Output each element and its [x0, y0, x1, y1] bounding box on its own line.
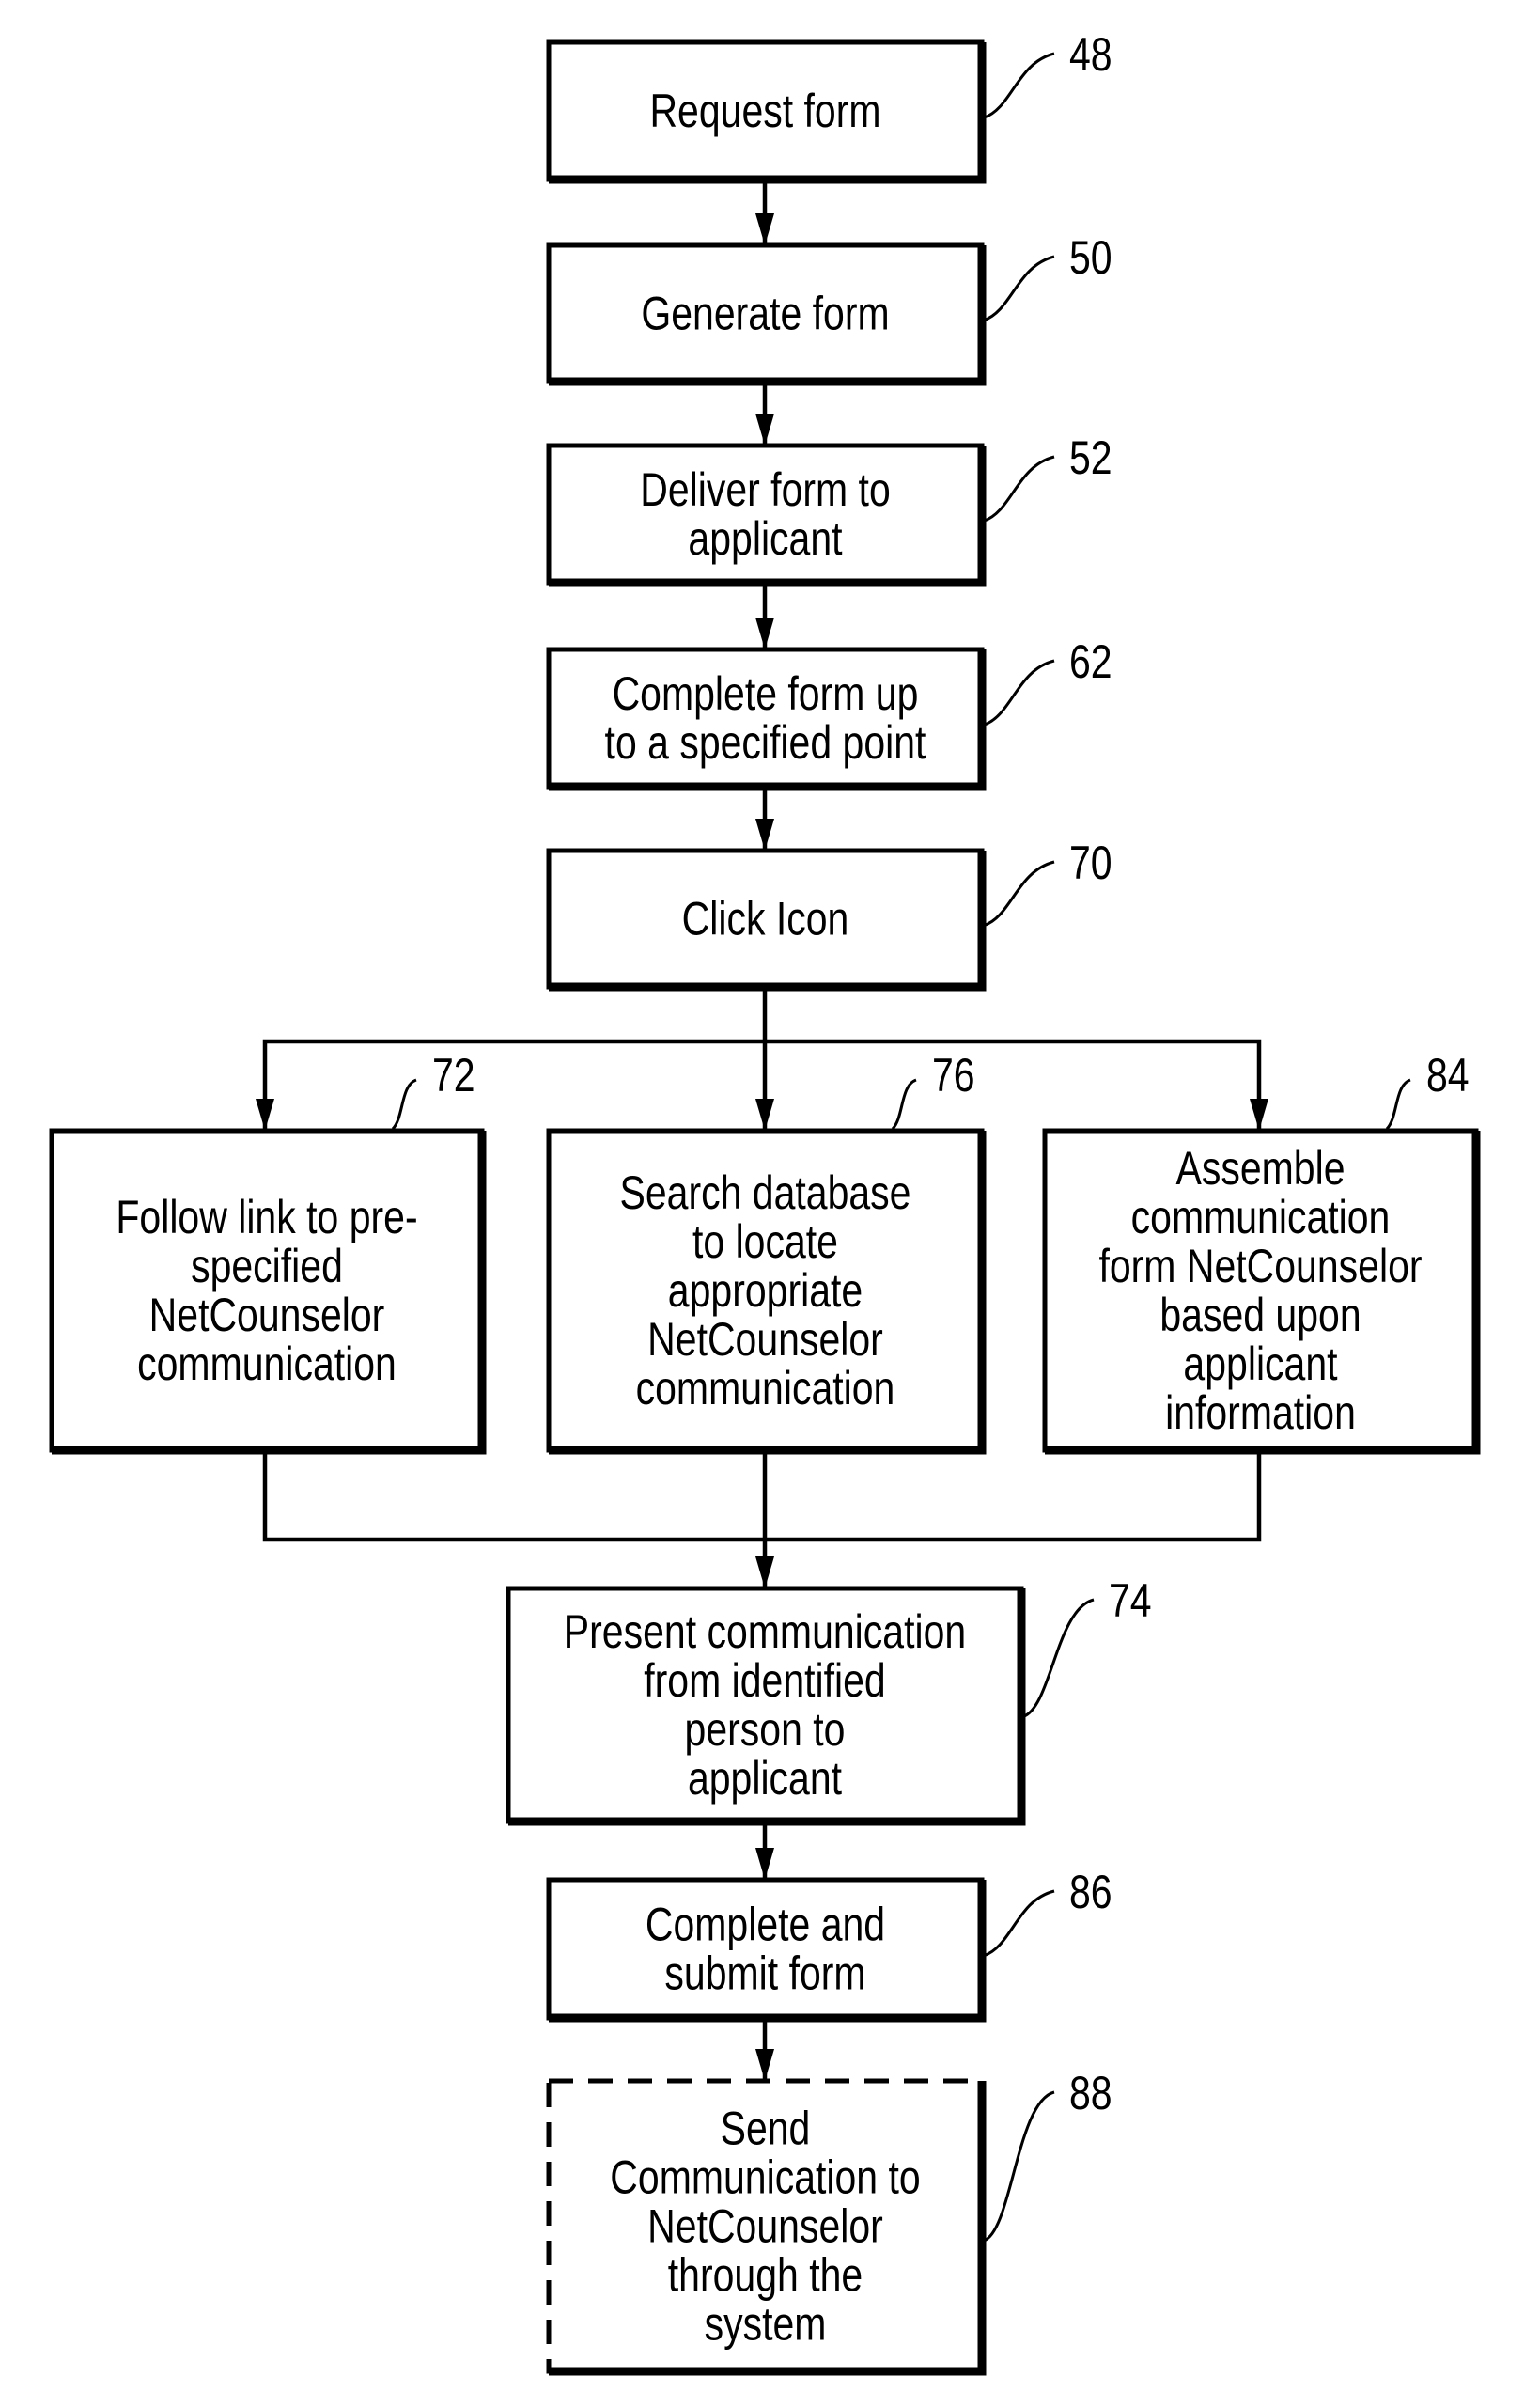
step-text-line: Communication to [610, 2151, 920, 2204]
arrow-70-84 [1250, 1099, 1268, 1131]
step-text-line: Present communication [564, 1605, 966, 1658]
ref-76: 76 [891, 1049, 975, 1131]
leader-line [983, 255, 1055, 322]
ref-88: 88 [983, 2067, 1112, 2243]
step-72: Follow link to pre-specifiedNetCounselor… [49, 1128, 487, 1455]
step-text-line: applicant [1183, 1337, 1337, 1390]
step-text-line: Search database [620, 1166, 911, 1219]
ref-70: 70 [983, 837, 1112, 928]
step-text-line: NetCounselor [149, 1289, 385, 1341]
step-50: Generate form [546, 242, 987, 386]
step-88: SendCommunication toNetCounselorthrough … [546, 2078, 987, 2376]
ref-50: 50 [983, 231, 1112, 322]
leader-line [891, 1078, 917, 1131]
step-text-line: Generate form [641, 288, 889, 340]
flowchart: Request form Generate form Deliver form to… [49, 28, 1481, 2376]
arrow-70-76 [755, 1099, 774, 1131]
leader-line [983, 2090, 1055, 2243]
leader-line [1022, 1598, 1095, 1718]
ref-48: 48 [983, 28, 1112, 119]
reference-number: 76 [932, 1049, 975, 1102]
arrow-74-86 [755, 1848, 774, 1880]
reference-number: 72 [432, 1049, 475, 1102]
step-text-line: information [1165, 1386, 1356, 1439]
step-text-line: from identified [644, 1654, 885, 1707]
reference-number: 88 [1069, 2067, 1112, 2119]
step-text-line: system [705, 2298, 827, 2351]
step-text-line: applicant [688, 1752, 842, 1805]
step-text-line: NetCounselor [647, 2200, 883, 2253]
step-text-line: appropriate [668, 1264, 863, 1317]
arrow-62-70 [755, 819, 774, 851]
step-text-line: to a specified point [605, 716, 926, 769]
ref-62: 62 [983, 635, 1112, 727]
step-text-line: Complete and [646, 1899, 885, 1951]
step-text-line: Complete form up [613, 667, 919, 720]
step-74: Present communicationfrom identifiedpers… [506, 1586, 1026, 1826]
step-text-line: NetCounselor [647, 1313, 883, 1366]
ref-74: 74 [1022, 1574, 1152, 1718]
step-text-line: form NetCounselor [1098, 1240, 1422, 1292]
step-62: Complete form upto a specified point [546, 647, 987, 791]
step-text-line: Request form [649, 85, 880, 137]
leader-line [983, 1889, 1055, 1958]
step-text-line: to locate [692, 1215, 838, 1268]
arrow-86-88 [755, 2049, 774, 2081]
step-text-line: Click Icon [682, 893, 849, 946]
step-48: Request form [546, 39, 987, 184]
step-text-line: specified [191, 1240, 343, 1292]
leader-line [1385, 1078, 1411, 1131]
reference-number: 74 [1109, 1574, 1152, 1627]
step-text-line: Deliver form to [640, 463, 891, 516]
arrow-52-62 [755, 618, 774, 649]
reference-number: 50 [1069, 231, 1112, 284]
step-text-line: Follow link to pre- [116, 1191, 417, 1243]
step-76: Search databaseto locateappropriateNetCo… [546, 1128, 987, 1455]
reference-number: 86 [1069, 1866, 1112, 1918]
step-text-line: through the [668, 2249, 863, 2302]
step-text-line: communication [137, 1337, 397, 1390]
reference-number: 52 [1069, 431, 1112, 484]
ref-52: 52 [983, 431, 1112, 523]
step-text-line: based upon [1159, 1289, 1361, 1341]
arrow-70-72 [256, 1099, 274, 1131]
ref-86: 86 [983, 1866, 1112, 1958]
step-52: Deliver form toapplicant [546, 443, 987, 587]
leader-line [983, 52, 1055, 119]
reference-number: 70 [1069, 837, 1112, 889]
step-text-line: person to [685, 1703, 846, 1756]
arrow-merge-74 [755, 1556, 774, 1588]
step-text-line: communication [1131, 1191, 1391, 1243]
ref-72: 72 [391, 1049, 475, 1131]
leader-line [983, 455, 1055, 523]
reference-number: 84 [1426, 1049, 1470, 1102]
arrow-48-50 [755, 213, 774, 245]
step-text-line: submit form [664, 1947, 865, 2000]
leader-line [983, 860, 1055, 928]
reference-number: 48 [1069, 28, 1112, 81]
leader-line [391, 1078, 417, 1131]
step-text-line: applicant [688, 512, 842, 565]
step-86: Complete andsubmit form [546, 1877, 987, 2023]
step-text-line: Assemble [1175, 1142, 1345, 1195]
reference-number: 62 [1069, 635, 1112, 688]
step-text-line: communication [636, 1362, 895, 1415]
connector-merge [262, 1450, 1262, 1542]
leader-line [983, 659, 1055, 727]
step-70: Click Icon [546, 848, 987, 992]
step-text-line: Send [721, 2103, 811, 2155]
arrow-50-52 [755, 414, 774, 446]
ref-84: 84 [1385, 1049, 1470, 1131]
step-84: Assemblecommunicationform NetCounselorba… [1042, 1128, 1481, 1455]
